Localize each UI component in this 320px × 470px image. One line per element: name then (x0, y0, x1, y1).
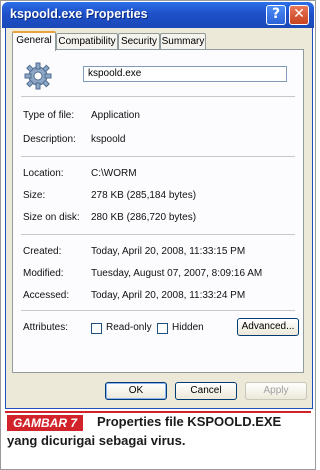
hidden-checkbox[interactable] (157, 323, 168, 334)
divider (21, 234, 295, 235)
description-value: kspoold (91, 134, 126, 145)
apply-button[interactable]: Apply (245, 382, 307, 400)
attributes-label: Attributes: (23, 322, 69, 333)
caption-rule (5, 411, 311, 413)
modified-label: Modified: (23, 268, 64, 279)
divider (21, 96, 295, 97)
general-panel: kspoold.exe Type of file: Application De… (12, 49, 304, 373)
ok-button[interactable]: OK (105, 382, 167, 400)
location-label: Location: (23, 168, 64, 179)
file-name-field[interactable]: kspoold.exe (83, 66, 287, 82)
caption-line-1: Properties file KSPOOLD.EXE (97, 414, 282, 429)
size-on-disk-label: Size on disk: (23, 212, 80, 223)
help-button[interactable]: ? (266, 5, 286, 25)
tab-summary[interactable]: Summary (160, 33, 206, 49)
size-on-disk-value: 280 KB (286,720 bytes) (91, 212, 197, 223)
cancel-button[interactable]: Cancel (175, 382, 237, 400)
accessed-value: Today, April 20, 2008, 11:33:24 PM (91, 290, 246, 301)
close-button[interactable]: ✕ (289, 5, 309, 25)
type-of-file-value: Application (91, 110, 140, 121)
dialog-body: General Compatibility Security Summary k… (5, 28, 313, 409)
window-title: kspoold.exe Properties (10, 7, 148, 21)
advanced-button[interactable]: Advanced... (237, 318, 299, 336)
gear-icon (24, 62, 52, 90)
caption-line-2: yang dicurigai sebagai virus. (7, 433, 186, 448)
tab-compatibility[interactable]: Compatibility (56, 33, 118, 49)
modified-value: Tuesday, August 07, 2007, 8:09:16 AM (91, 268, 263, 279)
title-bar[interactable]: kspoold.exe Properties ? ✕ (2, 2, 314, 28)
type-of-file-label: Type of file: (23, 110, 75, 121)
description-label: Description: (23, 134, 76, 145)
read-only-checkbox[interactable] (91, 323, 102, 334)
size-label: Size: (23, 190, 46, 201)
created-value: Today, April 20, 2008, 11:33:15 PM (91, 246, 246, 257)
tab-general[interactable]: General (12, 31, 56, 51)
tab-security[interactable]: Security (118, 33, 160, 49)
figure-caption: GAMBAR 7 Properties file KSPOOLD.EXE yan… (5, 411, 311, 467)
hidden-label[interactable]: Hidden (172, 322, 204, 333)
divider (21, 310, 295, 311)
figure-tag: GAMBAR 7 (7, 415, 84, 431)
read-only-label[interactable]: Read-only (106, 322, 152, 333)
size-value: 278 KB (285,184 bytes) (91, 190, 197, 201)
accessed-label: Accessed: (23, 290, 70, 301)
divider (21, 156, 295, 157)
location-value: C:\WORM (91, 168, 137, 179)
created-label: Created: (23, 246, 62, 257)
screenshot-frame: kspoold.exe Properties ? ✕ General Compa… (0, 0, 316, 470)
